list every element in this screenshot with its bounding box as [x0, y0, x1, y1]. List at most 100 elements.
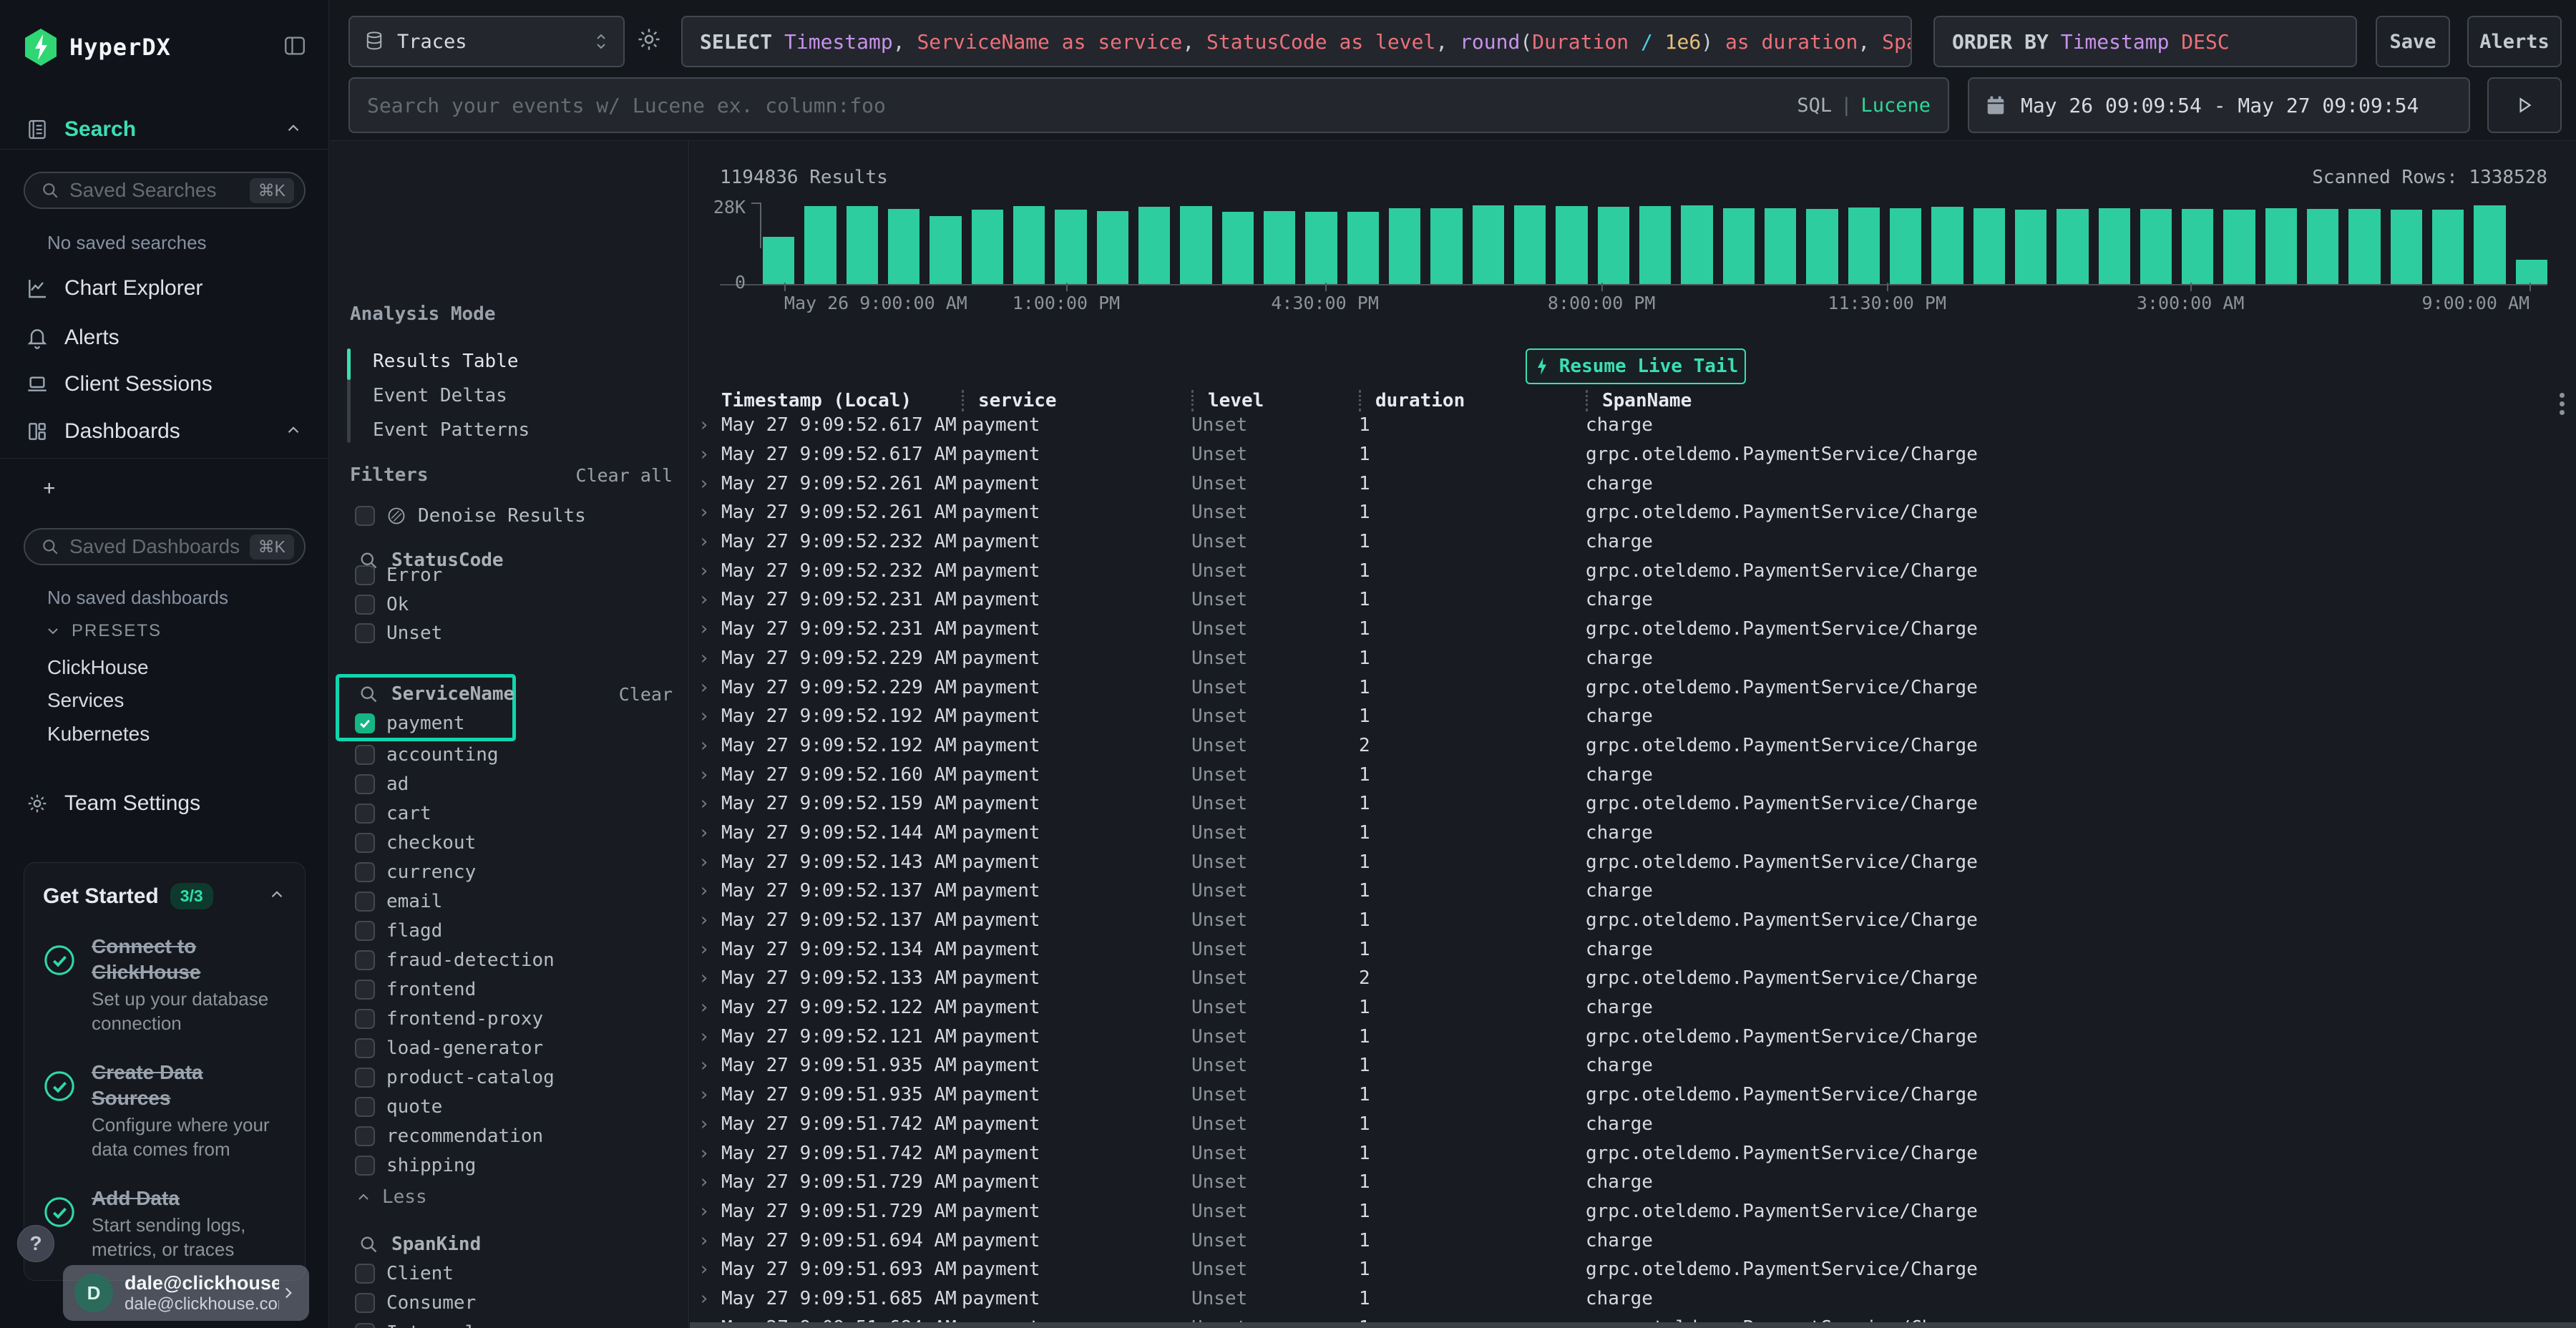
histogram-bar[interactable] [804, 206, 836, 284]
results-histogram[interactable]: 28K 0 [763, 204, 2547, 284]
row-expand-chevron-icon[interactable]: › [698, 1113, 721, 1135]
source-settings-gear-icon[interactable] [635, 26, 663, 57]
horizontal-scrollbar[interactable] [690, 1322, 2576, 1328]
sidebar-item-chart-explorer[interactable]: Chart Explorer [0, 272, 328, 305]
histogram-bar[interactable] [2516, 260, 2547, 284]
row-expand-chevron-icon[interactable]: › [698, 1288, 721, 1309]
preset-services[interactable]: Services [47, 689, 124, 712]
table-row[interactable]: ›May 27 9:09:52.261 AMpaymentUnset1charg… [698, 469, 2576, 498]
analysis-mode-event-deltas[interactable]: Event Deltas [347, 379, 681, 413]
table-row[interactable]: ›May 27 9:09:51.935 AMpaymentUnset1grpc.… [698, 1080, 2576, 1110]
row-expand-chevron-icon[interactable]: › [698, 939, 721, 960]
filter-option[interactable]: currency [330, 857, 688, 887]
table-row[interactable]: ›May 27 9:09:51.685 AMpaymentUnset1charg… [698, 1284, 2576, 1314]
row-expand-chevron-icon[interactable]: › [698, 822, 721, 844]
filter-option[interactable]: Client [330, 1259, 688, 1289]
histogram-bar[interactable] [2140, 209, 2172, 284]
preset-clickhouse[interactable]: ClickHouse [47, 656, 149, 679]
histogram-bar[interactable] [1639, 206, 1671, 284]
histogram-bar[interactable] [1055, 210, 1086, 284]
row-expand-chevron-icon[interactable]: › [698, 1317, 721, 1322]
table-row[interactable]: ›May 27 9:09:52.231 AMpaymentUnset1charg… [698, 585, 2576, 615]
sql-toggle[interactable]: SQL [1797, 94, 1832, 117]
spankind-group-header[interactable]: SpanKind [330, 1230, 688, 1259]
filter-option[interactable]: flagd [330, 916, 688, 945]
histogram-bar[interactable] [1974, 208, 2005, 284]
table-row[interactable]: ›May 27 9:09:52.261 AMpaymentUnset1grpc.… [698, 498, 2576, 527]
table-row[interactable]: ›May 27 9:09:52.229 AMpaymentUnset1grpc.… [698, 673, 2576, 702]
histogram-bar[interactable] [1890, 208, 1921, 284]
filter-option[interactable]: email [330, 887, 688, 916]
create-dashboard-button[interactable]: + [0, 472, 328, 505]
histogram-bar[interactable] [1097, 211, 1128, 284]
checkbox-unchecked[interactable] [355, 921, 375, 941]
row-expand-chevron-icon[interactable]: › [698, 880, 721, 902]
checkbox-unchecked[interactable] [355, 804, 375, 824]
histogram-bar[interactable] [1931, 207, 1963, 284]
analysis-mode-results-table[interactable]: Results Table [347, 344, 681, 379]
saved-searches-input[interactable]: Saved Searches ⌘K [24, 172, 306, 209]
row-expand-chevron-icon[interactable]: › [698, 1026, 721, 1048]
row-expand-chevron-icon[interactable]: › [698, 531, 721, 552]
row-expand-chevron-icon[interactable]: › [698, 1201, 721, 1222]
checkbox-unchecked[interactable] [355, 1097, 375, 1117]
table-row[interactable]: ›May 27 9:09:52.137 AMpaymentUnset1charg… [698, 877, 2576, 906]
row-expand-chevron-icon[interactable]: › [698, 473, 721, 494]
row-expand-chevron-icon[interactable]: › [698, 618, 721, 640]
histogram-bar[interactable] [1765, 208, 1796, 284]
checkbox-unchecked[interactable] [355, 623, 375, 643]
table-row[interactable]: ›May 27 9:09:52.144 AMpaymentUnset1charg… [698, 819, 2576, 848]
filter-option[interactable]: accounting [330, 740, 688, 769]
source-select[interactable]: Traces [348, 16, 625, 67]
table-row[interactable]: ›May 27 9:09:52.160 AMpaymentUnset1charg… [698, 760, 2576, 789]
histogram-bar[interactable] [1180, 206, 1211, 284]
histogram-bar[interactable] [1848, 208, 1880, 284]
user-menu[interactable]: D dale@clickhouse.com dale@clickhouse.co… [63, 1265, 309, 1321]
table-row[interactable]: ›May 27 9:09:52.121 AMpaymentUnset1grpc.… [698, 1022, 2576, 1051]
histogram-bar[interactable] [930, 216, 961, 284]
save-button[interactable]: Save [2376, 16, 2450, 67]
column-header-service[interactable]: service [962, 390, 1191, 411]
row-expand-chevron-icon[interactable]: › [698, 1143, 721, 1164]
denoise-row[interactable]: Denoise Results [330, 502, 688, 530]
histogram-bar[interactable] [1430, 208, 1462, 284]
row-expand-chevron-icon[interactable]: › [698, 1084, 721, 1105]
resume-live-tail-button[interactable]: Resume Live Tail [1526, 348, 1746, 384]
row-expand-chevron-icon[interactable]: › [698, 764, 721, 786]
sql-select-input[interactable]: SELECT Timestamp, ServiceName as service… [681, 16, 1912, 67]
lucene-search-input[interactable]: Search your events w/ Lucene ex. column:… [348, 77, 1949, 133]
table-row[interactable]: ›May 27 9:09:51.935 AMpaymentUnset1charg… [698, 1051, 2576, 1080]
histogram-bar[interactable] [1806, 209, 1838, 284]
histogram-bar[interactable] [1013, 206, 1045, 284]
row-expand-chevron-icon[interactable]: › [698, 677, 721, 698]
row-expand-chevron-icon[interactable]: › [698, 706, 721, 727]
checkbox-unchecked[interactable] [355, 833, 375, 853]
checkbox-unchecked[interactable] [355, 950, 375, 970]
preset-kubernetes[interactable]: Kubernetes [47, 723, 150, 746]
histogram-bar[interactable] [972, 210, 1003, 284]
checkbox-unchecked[interactable] [355, 1323, 375, 1328]
table-row[interactable]: ›May 27 9:09:52.232 AMpaymentUnset1grpc.… [698, 556, 2576, 585]
histogram-bar[interactable] [1598, 207, 1629, 284]
histogram-bar[interactable] [2432, 210, 2464, 284]
checkbox-unchecked[interactable] [355, 1009, 375, 1029]
histogram-bar[interactable] [1556, 206, 1587, 284]
row-expand-chevron-icon[interactable]: › [698, 1230, 721, 1251]
table-row[interactable]: ›May 27 9:09:51.684 AMpaymentUnset1grpc.… [698, 1313, 2576, 1322]
alerts-button[interactable]: Alerts [2467, 16, 2562, 67]
table-row[interactable]: ›May 27 9:09:52.192 AMpaymentUnset2grpc.… [698, 731, 2576, 761]
histogram-bar[interactable] [763, 237, 794, 284]
get-started-item[interactable]: Create Data Sources Configure where your… [43, 1060, 286, 1161]
checkbox-unchecked[interactable] [355, 1068, 375, 1088]
filter-option[interactable]: cart [330, 799, 688, 828]
table-row[interactable]: ›May 27 9:09:52.617 AMpaymentUnset1charg… [698, 411, 2576, 440]
row-expand-chevron-icon[interactable]: › [698, 648, 721, 669]
row-expand-chevron-icon[interactable]: › [698, 967, 721, 989]
histogram-bar[interactable] [2265, 208, 2297, 284]
table-row[interactable]: ›May 27 9:09:52.134 AMpaymentUnset1charg… [698, 934, 2576, 964]
chevron-up-icon[interactable] [284, 119, 303, 141]
table-row[interactable]: ›May 27 9:09:51.729 AMpaymentUnset1grpc.… [698, 1197, 2576, 1226]
sidebar-item-search[interactable]: Search [0, 113, 328, 146]
row-expand-chevron-icon[interactable]: › [698, 414, 721, 436]
filter-option[interactable]: ad [330, 769, 688, 799]
